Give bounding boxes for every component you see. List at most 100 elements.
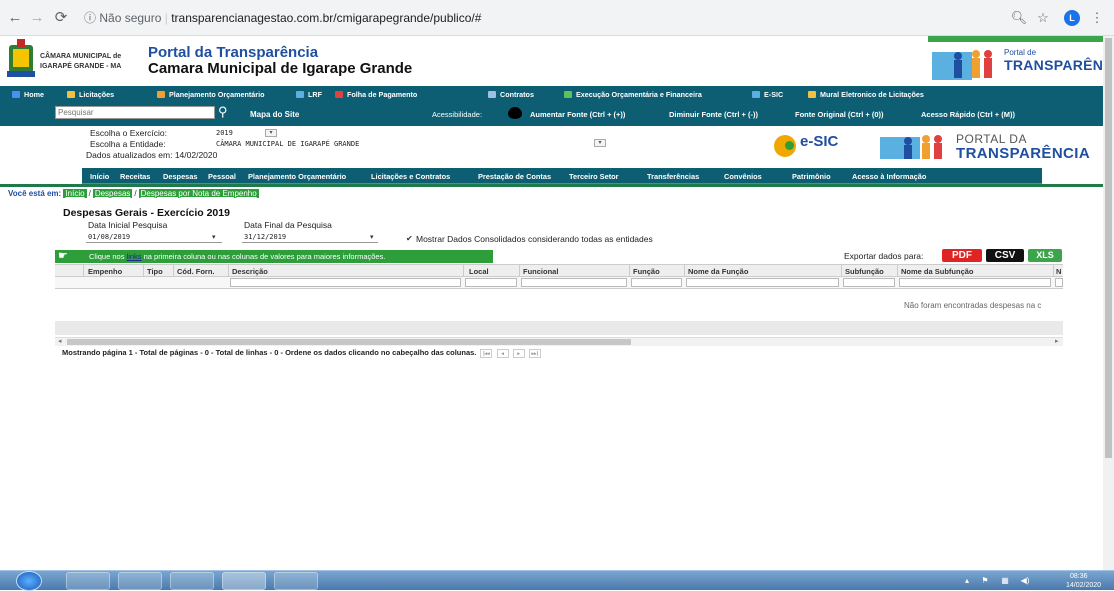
internet-explorer-icon[interactable] [66, 572, 110, 590]
topnav-home[interactable]: Home [12, 86, 44, 104]
breadcrumb-inicio[interactable]: Início [63, 189, 87, 198]
portal-title: Portal da Transparência [148, 44, 319, 61]
col-n[interactable]: N [1056, 267, 1061, 276]
info-icon[interactable]: ⓘ [84, 11, 96, 25]
menu-patrimonio[interactable]: Patrimônio [792, 172, 831, 181]
end-date-dropdown-icon[interactable]: ▾ [370, 233, 374, 241]
accessibility-bar: ⚲ Mapa do Site Acessibilidade: Aumentar … [0, 104, 1114, 126]
col-descricao[interactable]: Descrição [232, 267, 268, 276]
entity-select[interactable]: CÂMARA MUNICIPAL DE IGARAPÉ GRANDE [216, 139, 359, 149]
menu-prestacao[interactable]: Prestação de Contas [478, 172, 551, 181]
end-date-input[interactable]: 31/12/2019 [242, 232, 378, 243]
info-links-link[interactable]: links [127, 252, 142, 261]
start-button-icon[interactable] [16, 571, 42, 591]
menu-acesso-informacao[interactable]: Acesso à Informação [852, 172, 926, 181]
horizontal-scrollbar[interactable]: ◂ ▸ [55, 337, 1063, 346]
reload-icon[interactable]: ⟳ [52, 9, 70, 27]
export-csv-button[interactable]: CSV [986, 249, 1024, 262]
esic-circle-icon [774, 135, 796, 157]
col-cod-forn[interactable]: Cód. Forn. [177, 267, 215, 276]
menu-despesas[interactable]: Despesas [163, 172, 198, 181]
exercise-select[interactable]: 2019 [216, 128, 233, 138]
menu-pessoal[interactable]: Pessoal [208, 172, 236, 181]
first-page-icon[interactable]: |◂◂ [480, 348, 493, 358]
col-funcional[interactable]: Funcional [523, 267, 558, 276]
export-pdf-button[interactable]: PDF [942, 249, 982, 262]
topnav-folha[interactable]: Folha de Pagamento [335, 86, 417, 104]
filter-funcional-input[interactable] [521, 278, 627, 287]
scroll-left-icon[interactable]: ◂ [58, 337, 62, 345]
snipping-tool-icon[interactable] [274, 572, 318, 590]
col-nome-subfuncao[interactable]: Nome da Subfunção [901, 267, 974, 276]
topnav-licitacoes[interactable]: Licitações [67, 86, 114, 104]
col-nome-funcao[interactable]: Nome da Função [688, 267, 748, 276]
topnav-mural[interactable]: Mural Eletronico de Licitações [808, 86, 924, 104]
back-arrow-icon[interactable]: ← [6, 9, 24, 27]
filter-descricao-input[interactable] [230, 278, 461, 287]
clock-date[interactable]: 14/02/2020 [1066, 582, 1101, 589]
profile-avatar[interactable]: L [1064, 10, 1080, 26]
menu-licitacoes[interactable]: Licitações e Contratos [371, 172, 450, 181]
export-xls-button[interactable]: XLS [1028, 249, 1062, 262]
next-page-icon[interactable]: ▸ [512, 348, 525, 358]
file-explorer-icon[interactable] [118, 572, 162, 590]
menu-terceiro-setor[interactable]: Terceiro Setor [569, 172, 619, 181]
topnav-esic[interactable]: E-SIC [752, 86, 783, 104]
network-icon[interactable]: ▦ [1000, 576, 1010, 586]
breadcrumb-nota-empenho[interactable]: Despesas por Nota de Empenho [138, 189, 259, 198]
original-font-link[interactable]: Fonte Original (Ctrl + (0)) [795, 110, 884, 119]
breadcrumb-despesas[interactable]: Despesas [92, 189, 133, 198]
filter-n-input[interactable] [1055, 278, 1063, 287]
filter-local-input[interactable] [465, 278, 517, 287]
zoom-icon[interactable]: 🔍︎ [1010, 9, 1028, 27]
menu-planejamento[interactable]: Planejamento Orçamentário [248, 172, 346, 181]
topnav-contratos[interactable]: Contratos [488, 86, 534, 104]
entity-dropdown-icon[interactable]: ▾ [594, 139, 606, 147]
forward-arrow-icon[interactable]: → [28, 9, 46, 27]
menu-inicio[interactable]: Início [90, 172, 109, 181]
col-tipo[interactable]: Tipo [147, 267, 163, 276]
media-player-icon[interactable] [170, 572, 214, 590]
address-bar[interactable]: ⓘ Não seguro | transparencianagestao.com… [84, 6, 1064, 30]
vertical-scroll-thumb[interactable] [1105, 38, 1112, 458]
site-map-link[interactable]: Mapa do Site [250, 110, 299, 119]
topnav-planejamento[interactable]: Planejamento Orçamentário [157, 86, 264, 104]
action-center-icon[interactable]: ⚑ [980, 576, 990, 586]
horizontal-scroll-thumb[interactable] [67, 339, 631, 345]
star-icon[interactable]: ☆ [1034, 9, 1052, 27]
portal-transparencia-logo[interactable]: PORTAL DA TRANSPARÊNCIA [880, 131, 1100, 163]
menu-dots-icon[interactable]: ⋮ [1088, 9, 1106, 27]
volume-icon[interactable]: ◀) [1020, 576, 1030, 586]
search-icon[interactable]: ⚲ [218, 104, 232, 120]
filter-funcao-input[interactable] [631, 278, 682, 287]
filter-subfuncao-input[interactable] [843, 278, 895, 287]
quick-access-link[interactable]: Acesso Rápido (Ctrl + (M)) [921, 110, 1015, 119]
esic-logo[interactable]: e-SIC [774, 133, 866, 159]
increase-font-link[interactable]: Aumentar Fonte (Ctrl + (+)) [530, 110, 625, 119]
decrease-font-link[interactable]: Diminuir Fonte (Ctrl + (-)) [669, 110, 758, 119]
exercise-dropdown-icon[interactable]: ▾ [265, 129, 277, 137]
start-date-input[interactable]: 01/08/2019 [86, 232, 222, 243]
col-empenho[interactable]: Empenho [88, 267, 122, 276]
clock-time[interactable]: 08:36 [1070, 573, 1088, 580]
menu-convenios[interactable]: Convênios [724, 172, 762, 181]
topnav-execucao[interactable]: Execução Orçamentária e Financeira [564, 86, 702, 104]
col-funcao[interactable]: Função [633, 267, 660, 276]
menu-transferencias[interactable]: Transferências [647, 172, 699, 181]
prev-page-icon[interactable]: ◂ [496, 348, 509, 358]
last-page-icon[interactable]: ▸▸| [528, 348, 541, 358]
scroll-right-icon[interactable]: ▸ [1055, 337, 1059, 345]
vertical-scrollbar[interactable] [1103, 36, 1114, 570]
filter-nome-funcao-input[interactable] [686, 278, 839, 287]
col-local[interactable]: Local [469, 267, 489, 276]
menu-receitas[interactable]: Receitas [120, 172, 150, 181]
start-date-dropdown-icon[interactable]: ▾ [212, 233, 216, 241]
contrast-icon[interactable] [508, 107, 522, 119]
col-subfuncao[interactable]: Subfunção [845, 267, 884, 276]
topnav-lrf[interactable]: LRF [296, 86, 322, 104]
search-input[interactable] [55, 106, 215, 119]
tray-expand-icon[interactable]: ▴ [962, 576, 972, 586]
chrome-icon[interactable] [222, 572, 266, 590]
consolidated-checkbox[interactable]: ✔ [406, 235, 414, 243]
filter-nome-subfuncao-input[interactable] [899, 278, 1051, 287]
